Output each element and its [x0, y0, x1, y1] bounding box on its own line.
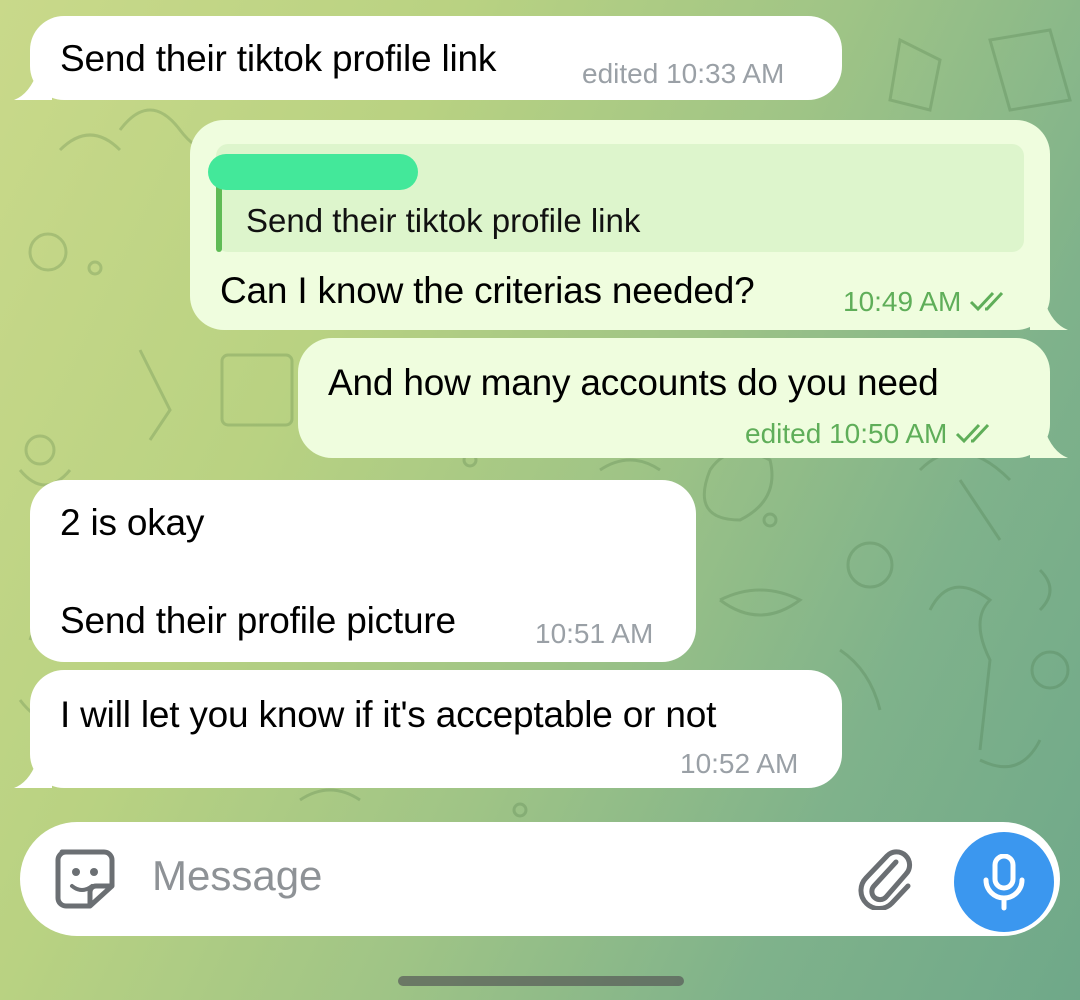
reply-quote-text: Send their tiktok profile link — [246, 202, 641, 239]
message-meta: edited 10:50 AM — [745, 418, 999, 450]
message-time: edited 10:50 AM — [745, 418, 948, 449]
bubble-tail — [14, 758, 52, 788]
message-meta: 10:49 AM — [843, 286, 1013, 318]
message-text-line: 2 is okay — [60, 502, 205, 543]
message-text: And how many accounts do you need — [328, 362, 939, 403]
reply-quote[interactable]: Send their tiktok profile link — [208, 144, 1024, 252]
double-check-icon — [956, 423, 990, 444]
record-voice-button[interactable] — [954, 832, 1054, 932]
redacted-sender-name — [208, 154, 418, 190]
message-composer[interactable]: Message — [20, 822, 1060, 936]
message-text: I will let you know if it's acceptable o… — [60, 694, 717, 735]
message-meta: edited 10:33 AM — [582, 58, 785, 89]
bubble-tail — [14, 70, 52, 100]
microphone-icon — [983, 854, 1025, 911]
message-time: 10:49 AM — [843, 286, 962, 317]
message-meta: 10:52 AM — [680, 748, 799, 779]
chat-background: Send their tiktok profile link edited 10… — [0, 0, 1080, 1000]
message-text-line: Send their profile picture — [60, 600, 456, 641]
message-text: Send their tiktok profile link — [60, 38, 497, 79]
sticker-icon[interactable] — [52, 846, 118, 912]
message-input[interactable]: Message — [152, 852, 322, 900]
reply-quote-bar — [216, 184, 222, 252]
message-meta: 10:51 AM — [535, 618, 654, 649]
bubble-tail — [1030, 300, 1068, 330]
double-check-icon — [970, 291, 1004, 312]
message-text: Can I know the criterias needed? — [220, 270, 755, 311]
paperclip-icon[interactable] — [856, 848, 918, 910]
home-indicator[interactable] — [398, 976, 684, 986]
bubble-tail — [1030, 428, 1068, 458]
